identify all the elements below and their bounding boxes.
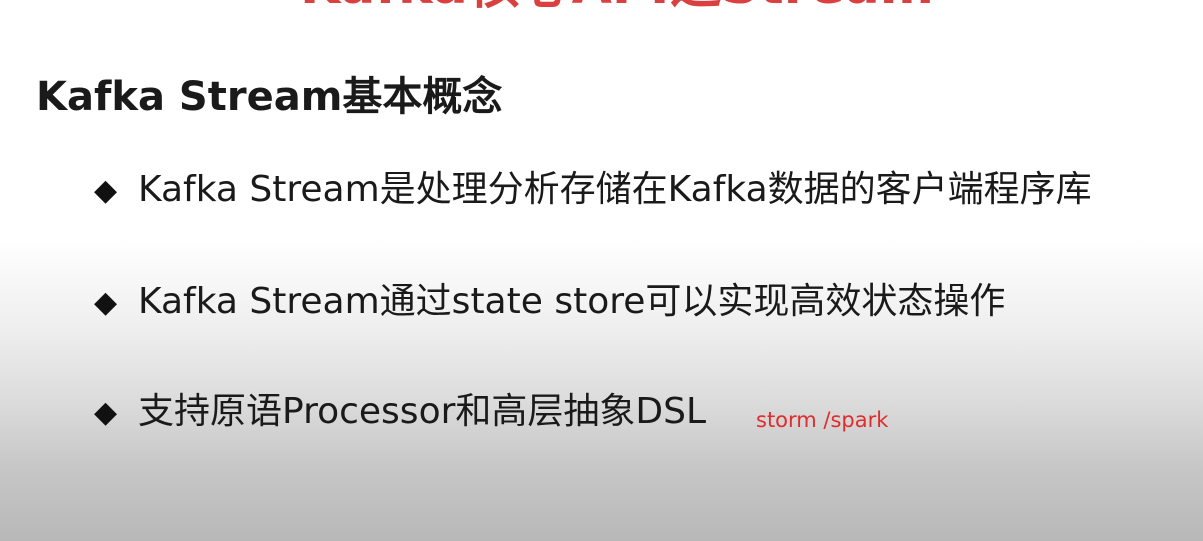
slide: Kafka核心API之Stream Kafka Stream基本概念 ◆ Kaf… [0, 0, 1203, 541]
bullet-item-1: ◆ Kafka Stream是处理分析存储在Kafka数据的客户端程序库 [94, 168, 1092, 212]
section-title: Kafka Stream基本概念 [36, 74, 503, 120]
bullet-text: Kafka Stream是处理分析存储在Kafka数据的客户端程序库 [138, 169, 1092, 210]
diamond-bullet-icon: ◆ [94, 284, 118, 320]
bullet-item-2: ◆ Kafka Stream通过state store可以实现高效状态操作 [94, 280, 1005, 324]
handwritten-annotation: storm /spark [756, 408, 889, 432]
slide-top-title: Kafka核心API之Stream [300, 0, 940, 16]
diamond-bullet-icon: ◆ [94, 394, 118, 430]
bullet-text: Kafka Stream通过state store可以实现高效状态操作 [138, 281, 1006, 322]
bullet-text: 支持原语Processor和高层抽象DSL [138, 391, 707, 432]
bullet-item-3: ◆ 支持原语Processor和高层抽象DSL [94, 390, 706, 434]
diamond-bullet-icon: ◆ [94, 172, 118, 208]
